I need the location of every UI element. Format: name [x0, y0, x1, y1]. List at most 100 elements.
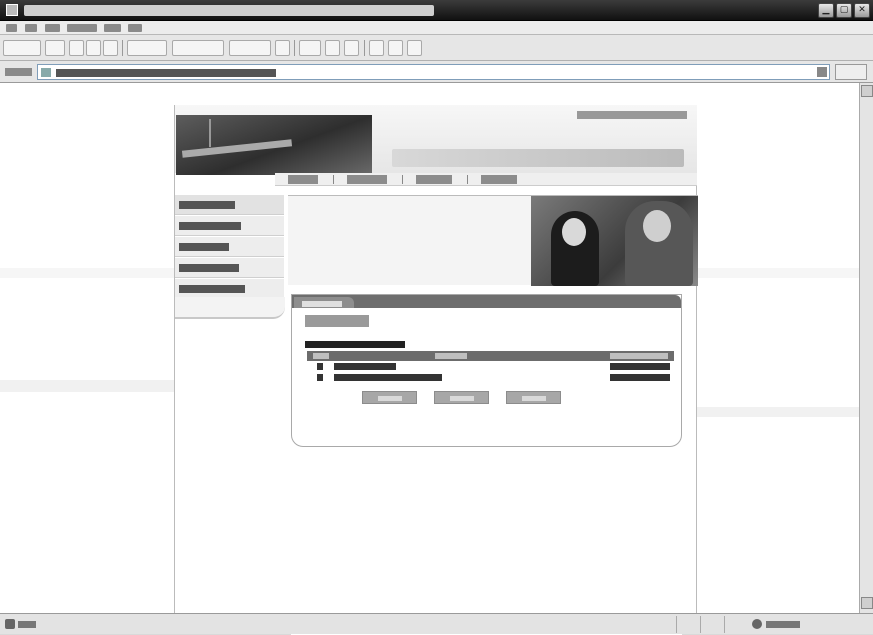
- messenger-button[interactable]: [407, 40, 422, 56]
- nav-item[interactable]: [288, 175, 318, 184]
- nav-separator: [402, 175, 403, 184]
- status-separator: [676, 616, 677, 633]
- site-banner: [175, 105, 697, 175]
- edit-button[interactable]: [344, 40, 359, 56]
- side-nav-label: [179, 285, 245, 293]
- empty-content-area: [291, 447, 682, 635]
- menu-item[interactable]: [6, 24, 17, 32]
- toolbar-separator: [294, 40, 295, 56]
- browser-icon: [6, 4, 18, 16]
- chevron-down-icon[interactable]: [817, 67, 827, 77]
- action-button[interactable]: [506, 391, 561, 404]
- maximize-button[interactable]: ▢: [836, 3, 852, 18]
- status-text: [18, 621, 36, 628]
- menu-item[interactable]: [25, 24, 37, 32]
- panel-header: [292, 295, 681, 308]
- favorites-button[interactable]: [172, 40, 224, 56]
- page-icon: [41, 68, 51, 77]
- background-band: [697, 407, 859, 417]
- table-header-cell: [435, 353, 467, 359]
- background-band: [0, 268, 174, 278]
- side-nav-item[interactable]: [175, 258, 284, 278]
- table-cell: [317, 374, 323, 381]
- vertical-scrollbar[interactable]: [859, 83, 873, 613]
- forward-button[interactable]: [45, 40, 65, 56]
- address-text: [56, 69, 276, 77]
- side-nav-footer: [175, 297, 285, 319]
- mail-button[interactable]: [299, 40, 321, 56]
- table-cell: [317, 363, 323, 370]
- history-button[interactable]: [275, 40, 290, 56]
- panel-tab-label: [302, 301, 342, 307]
- menu-item[interactable]: [67, 24, 97, 32]
- background-band: [697, 268, 859, 278]
- hero-photo: [531, 196, 698, 286]
- discuss-button[interactable]: [369, 40, 384, 56]
- nav-separator: [333, 175, 334, 184]
- side-nav-label: [179, 222, 241, 230]
- top-nav: [275, 173, 697, 186]
- nav-item[interactable]: [481, 175, 517, 184]
- print-button[interactable]: [325, 40, 340, 56]
- research-button[interactable]: [388, 40, 403, 56]
- status-bar: [0, 613, 873, 634]
- address-input[interactable]: [37, 64, 830, 80]
- side-nav-label: [179, 201, 235, 209]
- side-nav-item[interactable]: [175, 216, 284, 236]
- go-button[interactable]: [835, 64, 867, 80]
- side-nav-item[interactable]: [175, 195, 284, 215]
- nav-separator: [467, 175, 468, 184]
- window-title: [24, 5, 434, 16]
- scroll-up-button[interactable]: [861, 85, 873, 97]
- toolbar-separator: [364, 40, 365, 56]
- table-cell: [610, 363, 670, 370]
- table-row[interactable]: [307, 372, 674, 383]
- globe-icon: [752, 619, 762, 629]
- zone-text: [766, 621, 800, 628]
- side-nav-label: [179, 264, 239, 272]
- status-separator: [724, 616, 725, 633]
- action-button[interactable]: [362, 391, 417, 404]
- person-face: [562, 218, 586, 246]
- action-button[interactable]: [434, 391, 489, 404]
- stop-button[interactable]: [69, 40, 84, 56]
- banner-strip: [181, 139, 293, 158]
- records-table: [307, 351, 674, 383]
- address-bar: [0, 61, 873, 83]
- action-buttons: [362, 391, 578, 405]
- table-row[interactable]: [307, 361, 674, 372]
- menu-item[interactable]: [45, 24, 60, 32]
- minimize-button[interactable]: ▁: [818, 3, 834, 18]
- menu-item[interactable]: [104, 24, 121, 32]
- media-button[interactable]: [229, 40, 271, 56]
- toolbar: [0, 35, 873, 61]
- close-button[interactable]: ✕: [854, 3, 870, 18]
- side-nav-label: [179, 243, 229, 251]
- side-nav: [175, 187, 288, 337]
- student-name: [305, 341, 405, 348]
- window-title-bar: ▁ ▢ ✕: [0, 0, 873, 21]
- table-header: [307, 351, 674, 361]
- page-done-icon: [5, 619, 15, 629]
- back-button[interactable]: [3, 40, 41, 56]
- home-button[interactable]: [103, 40, 118, 56]
- nav-item[interactable]: [347, 175, 387, 184]
- table-header-cell: [610, 353, 668, 359]
- table-cell: [610, 374, 670, 381]
- scroll-down-button[interactable]: [861, 597, 873, 609]
- cross-icon: [209, 119, 211, 147]
- button-label: [522, 396, 546, 401]
- nav-item[interactable]: [416, 175, 452, 184]
- table-header-cell: [313, 353, 329, 359]
- status-separator: [700, 616, 701, 633]
- search-button[interactable]: [127, 40, 167, 56]
- person-face: [643, 210, 671, 242]
- side-nav-item[interactable]: [175, 279, 284, 299]
- refresh-button[interactable]: [86, 40, 101, 56]
- table-cell: [334, 363, 396, 370]
- browser-viewport: [0, 83, 859, 635]
- top-right-link[interactable]: [577, 111, 687, 119]
- side-nav-item[interactable]: [175, 237, 284, 257]
- menu-item[interactable]: [128, 24, 142, 32]
- web-page: [174, 105, 698, 635]
